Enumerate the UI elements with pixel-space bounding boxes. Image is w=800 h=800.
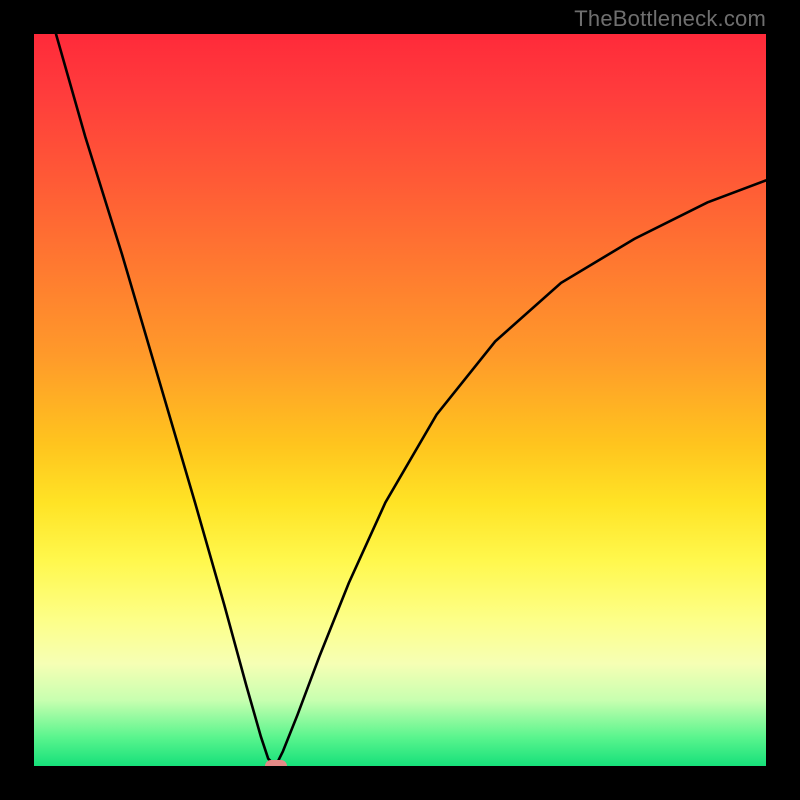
watermark-text: TheBottleneck.com	[574, 6, 766, 32]
curve-layer	[34, 34, 766, 766]
curve-right-branch	[276, 180, 766, 766]
curve-left-branch	[56, 34, 276, 766]
chart-frame: TheBottleneck.com	[0, 0, 800, 800]
apex-marker	[265, 760, 287, 766]
plot-area	[34, 34, 766, 766]
